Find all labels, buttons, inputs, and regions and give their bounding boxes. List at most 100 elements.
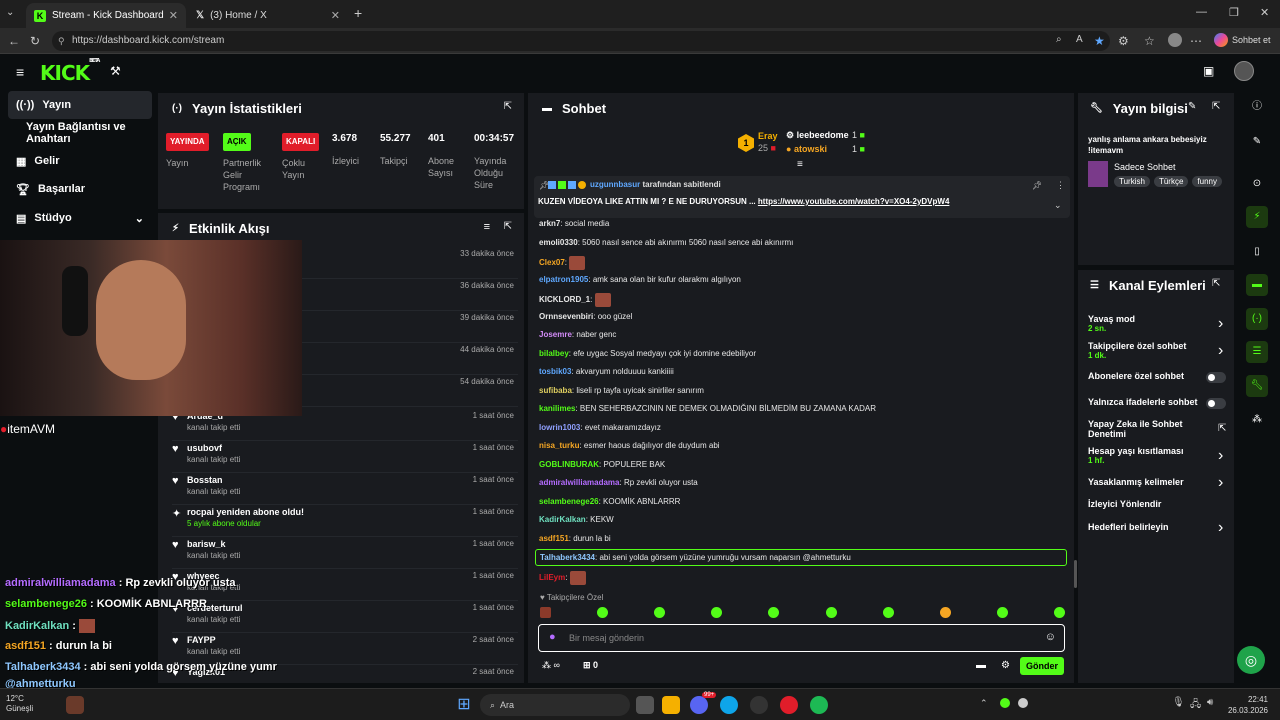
emote-icon[interactable] [597, 607, 609, 618]
network-icon[interactable]: 🖧︎ [1190, 697, 1201, 714]
sidebar-item-gelir[interactable]: ▦ Gelir [8, 147, 152, 175]
chevron-right-icon[interactable]: › [1218, 519, 1223, 537]
external-link-icon[interactable]: ⇱ [1218, 423, 1226, 434]
chat-message[interactable]: tosbik03: akvaryum nolduuuu kankiiiii [539, 367, 674, 376]
sidebar-item-basarilar[interactable]: 🏆︎ Başarılar [8, 175, 152, 203]
channel-action-item[interactable]: İzleyici Yönlendir [1088, 499, 1228, 509]
chat-username[interactable]: arkn7 [539, 219, 560, 228]
tag[interactable]: funny [1192, 176, 1222, 187]
chevron-down-icon[interactable]: ⌄ [1054, 200, 1062, 211]
chat-message[interactable]: arkn7: social media [539, 219, 609, 228]
chat-message[interactable]: admiralwilliamadama: Rp zevkli oluyor us… [539, 478, 698, 487]
chat-username[interactable]: sufibaba [539, 386, 572, 395]
zoom-icon[interactable]: ⌕ [1056, 34, 1062, 45]
chat-message[interactable]: nisa_turku: esmer haous dağılıyor dle du… [539, 441, 720, 450]
menu-icon[interactable]: ≡ [16, 64, 24, 80]
new-tab-icon[interactable]: + [354, 5, 362, 21]
chat-message[interactable]: GOBLINBURAK: POPULERE BAK [539, 460, 665, 469]
close-window-icon[interactable]: ✕ [1260, 6, 1269, 19]
file-explorer-icon[interactable] [662, 696, 680, 714]
tab-list-chevron-icon[interactable]: ⌄ [6, 7, 14, 18]
chat-username[interactable]: Talhaberk3434 [540, 553, 595, 562]
channel-action-item[interactable]: Yapay Zeka ile Sohbet Denetimi [1088, 419, 1206, 439]
popout-icon[interactable]: ⇱ [504, 101, 512, 112]
chat-settings-icon[interactable]: ▬ [976, 660, 986, 671]
minimize-icon[interactable]: — [1196, 6, 1207, 18]
chat-username[interactable]: Josemre [539, 330, 572, 339]
chevron-right-icon[interactable]: › [1218, 315, 1223, 333]
document-icon[interactable]: ▯ [1246, 241, 1268, 263]
pinned-link[interactable]: https://www.youtube.com/watch?v=XO4-2yDV… [758, 197, 950, 206]
info-icon[interactable]: ⓘ [1246, 96, 1268, 118]
microphone-icon[interactable]: 🎙︎ [1172, 697, 1185, 708]
chat-message[interactable]: Josemre: naber genc [539, 330, 616, 339]
leaderboard-top-name[interactable]: Eray [758, 131, 778, 141]
channel-action-item[interactable]: Yasaklanmış kelimeler [1088, 477, 1228, 487]
chat-message[interactable]: LilEym: [539, 570, 586, 585]
activity-name[interactable]: rocpai yeniden abone oldu! [187, 507, 304, 517]
kick-logo[interactable]: KICKBETA [40, 58, 100, 85]
pinned-message[interactable]: 📌︎ uzgunnbasur tarafından sabitlendi KUZ… [534, 176, 1070, 218]
unpin-icon[interactable]: 📌︎ [1032, 181, 1042, 190]
collections-icon[interactable]: ☆ [1144, 34, 1155, 48]
studio-icon[interactable]: ▣ [1203, 64, 1214, 78]
chat-username[interactable]: bilalbey [539, 349, 569, 358]
chat-username[interactable]: lowrin1003 [539, 423, 580, 432]
activity-name[interactable]: barisw_k [187, 539, 226, 549]
emote-icon[interactable] [1053, 607, 1065, 618]
chat-username[interactable]: KadirKalkan [539, 515, 586, 524]
chat-input[interactable]: ● Bir mesaj gönderin ☺ [538, 624, 1065, 652]
activity-name[interactable]: usubovf [187, 443, 222, 453]
chat-username[interactable]: asdf151 [539, 534, 569, 543]
chat-message[interactable]: Ornnsevenbiri: ooo güzel [539, 312, 632, 321]
windows-start-icon[interactable]: ⊞ [455, 696, 473, 714]
emote-icon[interactable] [711, 607, 723, 618]
gift-count[interactable]: ⊞ 0 [583, 660, 598, 671]
emote-icon[interactable] [882, 607, 894, 618]
clock[interactable]: 22:41 26.03.2026 [1226, 694, 1268, 716]
chat-username[interactable]: nisa_turku [539, 441, 579, 450]
taskbar-search[interactable]: ⌕ Ara [480, 694, 630, 716]
spotify-icon[interactable] [810, 696, 828, 714]
read-aloud-icon[interactable]: A [1076, 34, 1083, 45]
chat-username[interactable]: Clex07 [539, 258, 565, 267]
chat-message[interactable]: selambenege26: KOOMİK ABNLARRR [539, 497, 680, 506]
send-button[interactable]: Gönder [1020, 657, 1064, 675]
favorite-star-icon[interactable]: ★ [1094, 34, 1105, 48]
chrome-icon[interactable] [780, 696, 798, 714]
chat-username[interactable]: Ornnsevenbiri [539, 312, 593, 321]
chat-message[interactable]: bilalbey: efe uygac Sosyal medyayı çok i… [539, 349, 756, 358]
channel-action-item[interactable]: Hesap yaşı kısıtlaması 1 hf. [1088, 446, 1228, 465]
filter-icon[interactable]: ≡ [484, 221, 490, 233]
user-avatar[interactable] [1234, 61, 1254, 81]
more-options-icon[interactable]: ⋮ [1056, 180, 1065, 191]
refresh-icon[interactable]: ↻ [30, 34, 40, 48]
chat-username[interactable]: emoli0330 [539, 238, 578, 247]
steam-icon[interactable] [750, 696, 768, 714]
copilot-button[interactable]: Sohbet et [1214, 33, 1271, 47]
emoji-icon[interactable]: ☺ [1045, 631, 1056, 643]
popout-icon[interactable]: ⇱ [504, 221, 512, 232]
chat-message[interactable]: KadirKalkan: KEKW [539, 515, 614, 524]
emote-icon[interactable] [939, 607, 951, 618]
chat-username[interactable]: tosbik03 [539, 367, 571, 376]
chevron-right-icon[interactable]: › [1218, 474, 1223, 492]
chat-message[interactable]: lowrin1003: evet makaramızdayız [539, 423, 661, 432]
task-view-icon[interactable] [636, 696, 654, 714]
tray-chevron-icon[interactable]: ⌃ [980, 698, 988, 709]
chat-username[interactable]: GOBLINBURAK [539, 460, 599, 469]
close-tab-icon[interactable]: ✕ [331, 9, 340, 22]
chat-message[interactable]: Talhaberk3434: abi seni yolda görsem yüz… [535, 549, 1067, 566]
edge-icon[interactable] [720, 696, 738, 714]
channel-action-item[interactable]: Takipçilere özel sohbet 1 dk. [1088, 341, 1228, 360]
gear-icon[interactable]: ⚙ [1001, 660, 1010, 671]
tab-kick-dashboard[interactable]: K Stream - Kick Dashboard ✕ [26, 3, 186, 28]
popout-icon[interactable]: ⇱ [1212, 278, 1220, 289]
chat-scrollbar[interactable] [1074, 560, 1077, 588]
chat-message[interactable]: Clex07: [539, 256, 586, 270]
chat-message[interactable]: sufibaba: liseli rp tayfa uyicak sinirli… [539, 386, 704, 395]
chat-username[interactable]: selambenege26 [539, 497, 599, 506]
volume-icon[interactable]: 🔊︎ [1207, 697, 1213, 708]
activity-name[interactable]: FAYPP [187, 635, 216, 645]
wrench-icon[interactable]: 🔧︎ [1246, 375, 1268, 397]
